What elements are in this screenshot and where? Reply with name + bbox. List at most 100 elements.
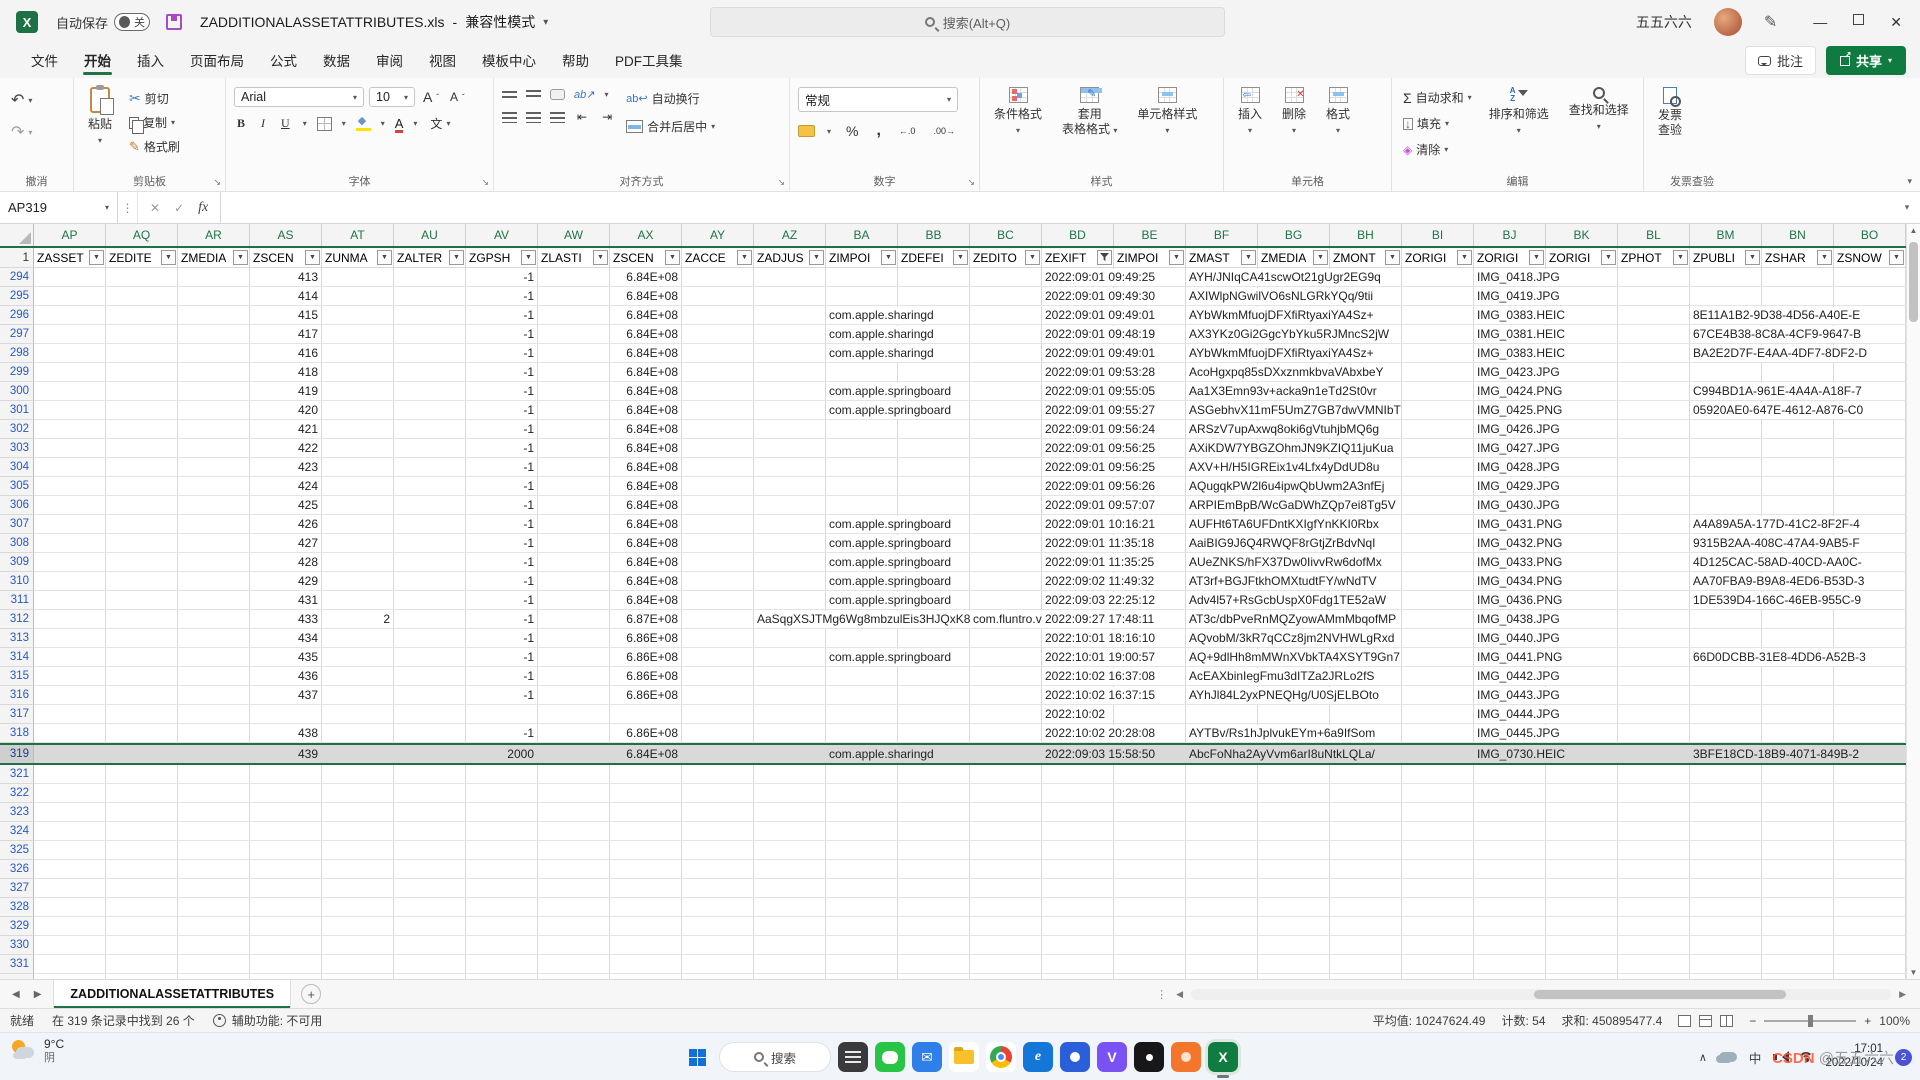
cell[interactable]: com.apple.springboard bbox=[826, 515, 1042, 534]
cell[interactable] bbox=[322, 648, 394, 667]
cell[interactable] bbox=[106, 344, 178, 363]
field-header-BB[interactable]: ZDEFEI▼ bbox=[898, 248, 970, 268]
field-header-AY[interactable]: ZACCE▼ bbox=[682, 248, 754, 268]
cell[interactable] bbox=[754, 420, 826, 439]
formula-bar-expand-icon[interactable]: ▾ bbox=[1894, 192, 1920, 223]
cell[interactable] bbox=[394, 420, 466, 439]
taskbar-app-file-explorer[interactable] bbox=[949, 1042, 979, 1072]
cell[interactable] bbox=[538, 401, 610, 420]
cell[interactable] bbox=[682, 591, 754, 610]
cell[interactable] bbox=[178, 629, 250, 648]
cell[interactable] bbox=[178, 268, 250, 287]
cell[interactable]: AT3c/dbPveRnMQZyowAMmMbqofMP bbox=[1186, 610, 1474, 629]
column-header-BI[interactable]: BI bbox=[1402, 224, 1474, 246]
filter-dropdown-icon[interactable]: ▼ bbox=[1889, 250, 1904, 265]
column-header-AY[interactable]: AY bbox=[682, 224, 754, 246]
cell[interactable] bbox=[322, 420, 394, 439]
row-header-300[interactable]: 300 bbox=[0, 382, 34, 401]
cell[interactable] bbox=[970, 686, 1042, 705]
row-header-316[interactable]: 316 bbox=[0, 686, 34, 705]
column-header-BH[interactable]: BH bbox=[1330, 224, 1402, 246]
cell[interactable] bbox=[322, 439, 394, 458]
tab-data[interactable]: 数据 bbox=[310, 44, 363, 78]
cell[interactable] bbox=[898, 724, 970, 743]
column-header-BG[interactable]: BG bbox=[1258, 224, 1330, 246]
cell[interactable] bbox=[34, 822, 1906, 841]
formula-bar-handle[interactable]: ⋮ bbox=[118, 192, 138, 223]
cell[interactable]: 2022:09:01 09:56:25 bbox=[1042, 439, 1186, 458]
cell[interactable]: -1 bbox=[466, 306, 538, 325]
cell[interactable]: IMG_0445.JPG bbox=[1474, 724, 1906, 743]
cell[interactable]: -1 bbox=[466, 686, 538, 705]
cell[interactable]: AXV+H/H5IGREix1v4Lfx4yDdUD8u bbox=[1186, 458, 1474, 477]
tab-page-layout[interactable]: 页面布局 bbox=[177, 44, 257, 78]
phonetic-button[interactable]: 文▾ bbox=[427, 113, 453, 134]
cell[interactable]: 2022:10:01 19:00:57 bbox=[1042, 648, 1186, 667]
increase-decimal-button[interactable]: ←.0 bbox=[896, 124, 919, 138]
cell[interactable] bbox=[34, 745, 106, 763]
cell[interactable] bbox=[538, 268, 610, 287]
row-header-330[interactable]: 330 bbox=[0, 936, 34, 955]
cell[interactable]: 428 bbox=[250, 553, 322, 572]
cell[interactable] bbox=[34, 648, 106, 667]
cell[interactable]: IMG_0425.PNG bbox=[1474, 401, 1690, 420]
increase-font-button[interactable]: Aˆ bbox=[420, 87, 442, 107]
filter-dropdown-icon[interactable]: ▼ bbox=[953, 250, 968, 265]
cell[interactable]: -1 bbox=[466, 325, 538, 344]
cell[interactable]: 2022:09:02 11:49:32 bbox=[1042, 572, 1186, 591]
tab-insert[interactable]: 插入 bbox=[124, 44, 177, 78]
cell[interactable]: -1 bbox=[466, 344, 538, 363]
cell[interactable] bbox=[34, 898, 1906, 917]
cell[interactable] bbox=[970, 287, 1042, 306]
row-header-296[interactable]: 296 bbox=[0, 306, 34, 325]
row-header-331[interactable]: 331 bbox=[0, 955, 34, 974]
filter-dropdown-icon[interactable]: ▼ bbox=[593, 250, 608, 265]
cell[interactable]: -1 bbox=[466, 268, 538, 287]
cell[interactable]: 2022:09:01 09:49:30 bbox=[1042, 287, 1186, 306]
cell[interactable]: AXIWlpNGwilVO6sNLGRkYQq/9tii bbox=[1186, 287, 1474, 306]
cell[interactable]: -1 bbox=[466, 610, 538, 629]
cell[interactable]: AQugqkPW2l6u4ipwQbUwm2A3nfEj bbox=[1186, 477, 1474, 496]
cell[interactable] bbox=[394, 745, 466, 763]
horizontal-scrollbar[interactable] bbox=[1191, 989, 1891, 1000]
cell[interactable]: 6.86E+08 bbox=[610, 629, 682, 648]
cell[interactable]: -1 bbox=[466, 553, 538, 572]
cell[interactable] bbox=[34, 439, 106, 458]
cell[interactable] bbox=[538, 382, 610, 401]
volume-icon[interactable] bbox=[1773, 1051, 1787, 1063]
cell[interactable]: 2022:09:01 09:55:05 bbox=[1042, 382, 1186, 401]
field-header-BK[interactable]: ZORIGI▼ bbox=[1546, 248, 1618, 268]
row-header-304[interactable]: 304 bbox=[0, 458, 34, 477]
cell[interactable] bbox=[34, 553, 106, 572]
cell[interactable]: -1 bbox=[466, 515, 538, 534]
cell[interactable] bbox=[394, 648, 466, 667]
cell[interactable] bbox=[826, 667, 898, 686]
column-header-AS[interactable]: AS bbox=[250, 224, 322, 246]
cell[interactable] bbox=[178, 705, 250, 724]
cell[interactable] bbox=[106, 648, 178, 667]
cell[interactable]: -1 bbox=[466, 648, 538, 667]
cell[interactable] bbox=[34, 458, 106, 477]
cell[interactable] bbox=[178, 667, 250, 686]
cell[interactable] bbox=[754, 629, 826, 648]
cell[interactable]: -1 bbox=[466, 629, 538, 648]
cell[interactable] bbox=[322, 287, 394, 306]
cell[interactable]: 421 bbox=[250, 420, 322, 439]
field-header-AP[interactable]: ZASSET▼ bbox=[34, 248, 106, 268]
cell[interactable]: ARPIEmBpB/WcGaDWhZQp7ei8Tg5V bbox=[1186, 496, 1474, 515]
row-header-306[interactable]: 306 bbox=[0, 496, 34, 515]
cell[interactable] bbox=[106, 439, 178, 458]
cell[interactable] bbox=[682, 401, 754, 420]
autosave-toggle[interactable]: 关 bbox=[114, 13, 150, 31]
cell[interactable]: 2022:09:01 09:53:28 bbox=[1042, 363, 1186, 382]
cell[interactable]: com.fluntro.videotimestamp bbox=[970, 610, 1042, 629]
cell[interactable] bbox=[826, 363, 898, 382]
tab-review[interactable]: 审阅 bbox=[363, 44, 416, 78]
cell[interactable] bbox=[106, 477, 178, 496]
cell[interactable] bbox=[754, 667, 826, 686]
tab-view[interactable]: 视图 bbox=[416, 44, 469, 78]
cell[interactable] bbox=[682, 382, 754, 401]
cell[interactable] bbox=[538, 496, 610, 515]
cell[interactable] bbox=[898, 629, 970, 648]
cell[interactable]: -1 bbox=[466, 382, 538, 401]
